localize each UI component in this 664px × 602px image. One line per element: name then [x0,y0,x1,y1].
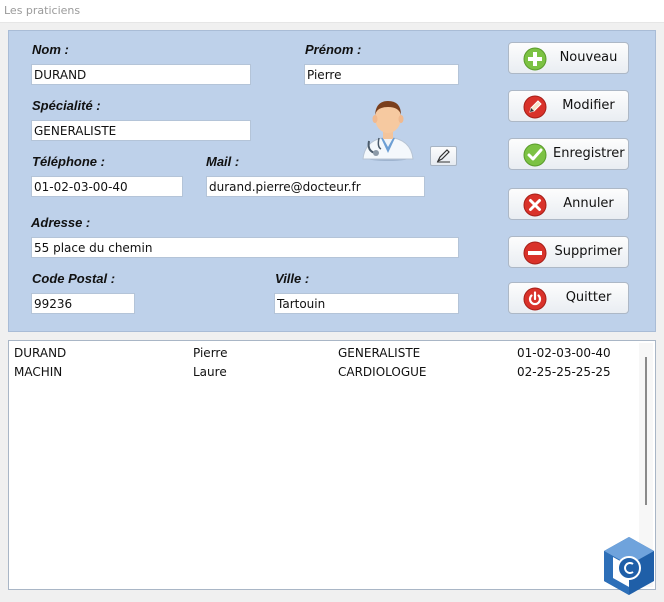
cell-nom: DURAND [14,346,67,360]
power-icon [523,287,547,311]
mail-label: Mail : [206,154,240,169]
cell-telephone: 02-25-25-25-25 [517,365,611,379]
nouveau-label: Nouveau [559,50,618,65]
cell-telephone: 01-02-03-00-40 [517,346,611,360]
window-title: Les praticiens [4,4,81,17]
adresse-field[interactable] [31,237,459,258]
quitter-button[interactable]: Quitter [508,282,629,314]
adresse-label: Adresse : [31,215,91,230]
ville-field[interactable] [274,293,459,314]
check-icon [523,143,547,167]
prenom-label: Prénom : [305,42,362,57]
supprimer-label: Supprimer [554,244,623,259]
mail-edit-button[interactable] [430,146,457,166]
praticiens-list[interactable]: DURAND Pierre GENERALISTE 01-02-03-00-40… [8,340,656,590]
copyright-logo-icon [601,535,657,597]
title-bar[interactable]: Les praticiens [0,0,664,23]
enregistrer-button[interactable]: Enregistrer [508,138,629,170]
supprimer-button[interactable]: Supprimer [508,236,629,268]
code-postal-field[interactable] [31,293,135,314]
cell-specialite: CARDIOLOGUE [338,365,427,379]
plus-icon [523,47,547,71]
nouveau-button[interactable]: Nouveau [508,42,629,74]
nom-label: Nom : [32,42,69,57]
ville-label: Ville : [275,271,310,286]
table-row[interactable]: DURAND Pierre GENERALISTE 01-02-03-00-40 [9,344,649,363]
modifier-label: Modifier [562,98,615,113]
prenom-field[interactable] [304,64,459,85]
annuler-button[interactable]: Annuler [508,188,629,220]
mail-field[interactable] [206,176,425,197]
pencil-icon [523,95,547,119]
cell-prenom: Laure [193,365,227,379]
telephone-label: Téléphone : [32,154,105,169]
specialite-label: Spécialité : [32,98,101,113]
enregistrer-label: Enregistrer [553,146,625,161]
praticiens-window: Les praticiens Nom : Prénom : Spécialité… [0,0,664,600]
code-postal-label: Code Postal : [32,271,116,286]
annuler-label: Annuler [563,196,614,211]
cell-nom: MACHIN [14,365,63,379]
cell-specialite: GENERALISTE [338,346,421,360]
telephone-field[interactable] [31,176,183,197]
edit-icon [436,149,450,163]
doctor-avatar-icon [355,97,421,163]
cell-prenom: Pierre [193,346,228,360]
minus-icon [523,241,547,265]
cross-icon [523,193,547,217]
scrollbar-thumb[interactable] [645,357,647,505]
table-row[interactable]: MACHIN Laure CARDIOLOGUE 02-25-25-25-25 [9,363,649,382]
quitter-label: Quitter [565,290,612,305]
specialite-field[interactable] [31,120,251,141]
modifier-button[interactable]: Modifier [508,90,629,122]
nom-field[interactable] [31,64,251,85]
